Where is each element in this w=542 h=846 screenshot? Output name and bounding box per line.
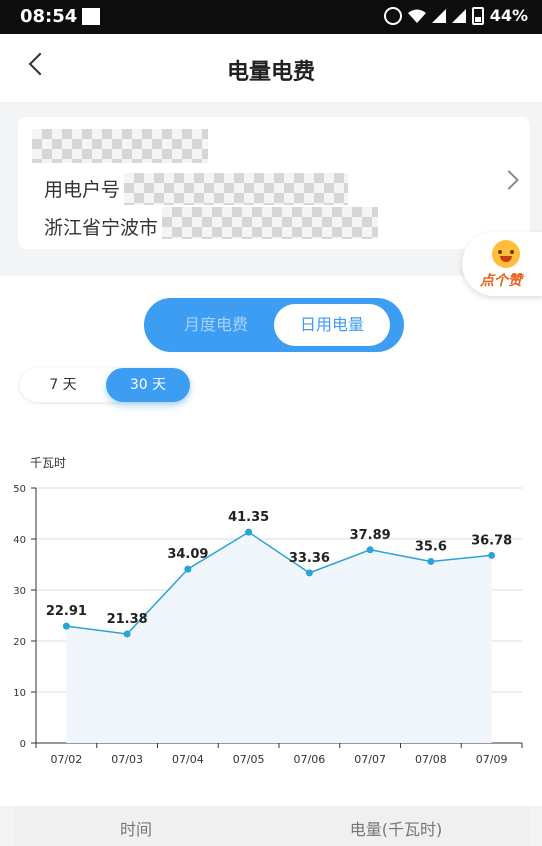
signal-icon-2 (451, 8, 466, 23)
like-button[interactable]: 点个赞 (462, 232, 542, 296)
account-number-label: 用电户号 (44, 179, 121, 201)
x-tick-label: 07/09 (476, 753, 508, 766)
data-label: 33.36 (289, 551, 330, 566)
table-header: 时间 电量(千瓦时) (14, 806, 530, 846)
wifi-icon (407, 9, 426, 23)
column-time: 时间 (119, 820, 152, 839)
masked-address (162, 207, 378, 239)
battery-icon (471, 6, 484, 25)
data-point (123, 630, 131, 638)
account-address: 浙江省宁波市 (44, 217, 159, 239)
nav-header: 电量电费 (0, 34, 542, 103)
smiley-icon (492, 240, 520, 268)
signal-icon (431, 8, 446, 23)
like-label: 点个赞 (480, 273, 522, 289)
x-tick-label: 07/02 (51, 753, 83, 766)
data-point (488, 551, 496, 559)
column-energy: 电量(千瓦时) (349, 820, 443, 839)
page-title: 电量电费 (226, 60, 315, 85)
data-label: 36.78 (471, 533, 512, 548)
data-point (245, 528, 253, 536)
y-tick-label: 30 (13, 586, 26, 597)
status-icons: 44% (383, 6, 528, 25)
y-tick-label: 40 (13, 535, 26, 546)
usage-line-chart: 0 10 20 30 40 50 07/02 07/03 07/04 07/05 07/06 07/0… (13, 484, 523, 766)
data-point (427, 557, 435, 565)
x-tick-label: 07/06 (294, 753, 326, 766)
tab-daily-usage[interactable]: 日用电量 (274, 304, 390, 346)
account-card[interactable]: 用电户号 浙江省宁波市 (18, 117, 530, 249)
y-tick-label: 20 (13, 637, 26, 648)
x-tick-label: 07/05 (233, 753, 265, 766)
tab-switch: 月度电费 日用电量 (144, 298, 404, 352)
data-point (366, 546, 374, 554)
alarm-icon (383, 6, 402, 25)
masked-account-number (124, 173, 348, 205)
chart-unit-label: 千瓦时 (30, 456, 67, 470)
x-tick-label: 07/08 (415, 753, 447, 766)
y-tick-label: 0 (20, 739, 26, 750)
data-point (305, 569, 313, 577)
battery-percent: 44% (489, 6, 528, 25)
data-label: 35.6 (415, 539, 447, 554)
x-tick-label: 07/04 (172, 753, 204, 766)
range-7-days[interactable]: 7 天 (20, 368, 106, 402)
x-tick-label: 07/03 (111, 753, 143, 766)
range-30-days[interactable]: 30 天 (106, 368, 190, 402)
y-tick-label: 10 (13, 688, 26, 699)
data-label: 37.89 (350, 528, 391, 543)
range-switch: 7 天 30 天 (20, 368, 190, 402)
chevron-right-icon[interactable] (499, 170, 519, 190)
tab-monthly-bill[interactable]: 月度电费 (158, 298, 274, 352)
status-bar: 08:54 44% (0, 0, 542, 34)
data-point (62, 622, 70, 630)
data-label: 41.35 (228, 510, 269, 525)
masked-name (32, 129, 208, 163)
data-label: 21.38 (107, 612, 148, 627)
data-label: 22.91 (46, 604, 87, 619)
notification-icon (82, 8, 100, 25)
data-point (184, 565, 192, 573)
status-time: 08:54 (20, 6, 78, 27)
series-area (66, 532, 492, 743)
y-tick-label: 50 (13, 484, 26, 495)
data-label: 34.09 (167, 547, 208, 562)
x-tick-label: 07/07 (354, 753, 386, 766)
